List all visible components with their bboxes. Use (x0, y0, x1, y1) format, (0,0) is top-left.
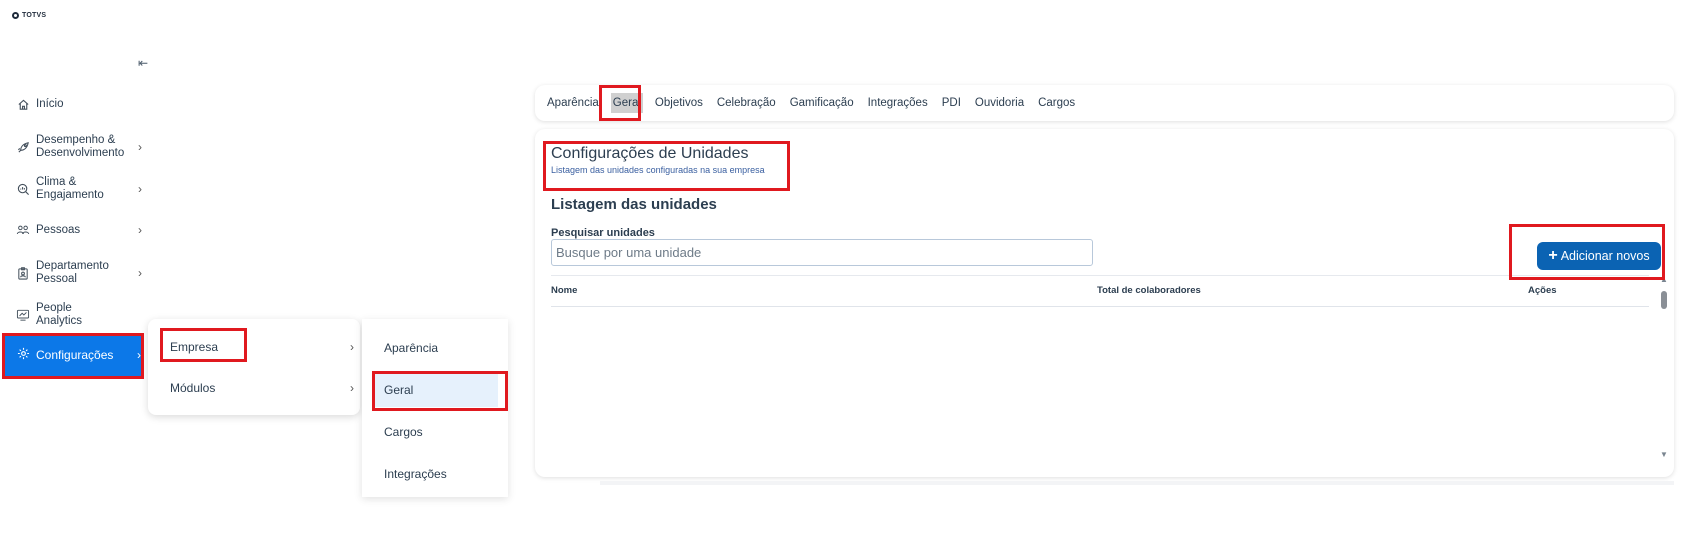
sidebar-item-inicio[interactable]: Início (16, 97, 140, 111)
tab-aparencia[interactable]: Aparência (545, 93, 601, 113)
sidebar-item-label: Configurações (36, 348, 114, 362)
scroll-down-arrow-icon[interactable]: ▼ (1660, 450, 1668, 459)
sidebar-item-configuracoes[interactable]: Configurações › (3, 334, 141, 376)
tab-gamificacao[interactable]: Gamificação (788, 93, 856, 113)
settings-tab-bar: Aparência Geral Objetivos Celebração Gam… (535, 85, 1674, 121)
sidebar-item-label: Departamento Pessoal (36, 260, 109, 285)
tab-integracoes[interactable]: Integrações (866, 93, 930, 113)
table-header-divider (551, 306, 1649, 307)
unidades-card: Configurações de Unidades Listagem das u… (535, 129, 1674, 477)
submenu-empresa-options: Aparência Geral Cargos Integrações (362, 319, 508, 497)
sidebar-item-people-analytics[interactable]: People Analytics (16, 302, 140, 328)
scroll-up-arrow-icon[interactable]: ▲ (1660, 275, 1668, 284)
submenu-item-label: Módulos (170, 381, 216, 395)
chevron-right-icon: › (138, 266, 142, 280)
sidebar-item-label: Clima & Engajamento (36, 176, 104, 201)
search-input[interactable] (551, 239, 1093, 266)
submenu2-item-integracoes[interactable]: Integrações (384, 467, 447, 481)
sidebar-item-desempenho[interactable]: Desempenho & Desenvolvimento › (16, 134, 142, 160)
tab-ouvidoria[interactable]: Ouvidoria (973, 93, 1026, 113)
people-icon (16, 223, 30, 237)
chevron-right-icon: › (138, 223, 142, 237)
submenu2-item-aparencia[interactable]: Aparência (384, 341, 438, 355)
sidebar-item-clima[interactable]: Clima & Engajamento › (16, 176, 142, 202)
submenu-item-label: Empresa (170, 340, 219, 354)
chevron-right-icon: › (350, 340, 354, 354)
horizontal-scrollbar-track (600, 481, 1674, 485)
submenu2-item-cargos[interactable]: Cargos (384, 425, 423, 439)
logo-text: TOTVS (22, 12, 47, 19)
submenu-item-label: Integrações (384, 467, 447, 481)
chevron-right-icon: › (350, 381, 354, 395)
logo-mark-icon (12, 12, 19, 19)
submenu-empresa-modulos: Empresa › Módulos › (148, 319, 360, 415)
sidebar-item-departamento-pessoal[interactable]: Departamento Pessoal › (16, 260, 142, 286)
submenu-item-label: Aparência (384, 341, 439, 355)
chevron-right-icon: › (138, 182, 142, 196)
submenu-item-label: Geral (384, 383, 414, 397)
gear-icon (17, 347, 30, 363)
divider (551, 275, 1649, 276)
submenu-item-empresa[interactable]: Empresa (170, 340, 218, 354)
submenu-item-label: Cargos (384, 425, 423, 439)
section-title: Listagem das unidades (551, 196, 717, 213)
column-header-nome: Nome (551, 285, 578, 296)
plus-icon: + (1548, 247, 1558, 264)
id-badge-icon (16, 266, 30, 280)
analytics-icon (16, 308, 30, 322)
sidebar-item-label: People Analytics (36, 302, 83, 327)
sidebar-item-label: Início (36, 97, 64, 110)
rocket-icon (16, 140, 30, 154)
add-new-button[interactable]: + Adicionar novos (1537, 242, 1661, 270)
totvs-logo: TOTVS (12, 12, 46, 19)
column-header-total-colaboradores: Total de colaboradores (1097, 285, 1201, 296)
page-title: Configurações de Unidades (551, 145, 749, 162)
column-header-acoes: Ações (1528, 285, 1557, 296)
tab-geral[interactable]: Geral (610, 93, 643, 113)
chevron-right-icon: › (138, 140, 142, 154)
submenu2-item-geral[interactable]: Geral (384, 383, 413, 397)
home-icon (16, 97, 30, 111)
tab-pdi[interactable]: PDI (940, 93, 963, 113)
sidebar-item-pessoas[interactable]: Pessoas › (16, 223, 142, 237)
tab-celebracao[interactable]: Celebração (715, 93, 778, 113)
add-new-button-label: Adicionar novos (1560, 249, 1650, 263)
tab-cargos[interactable]: Cargos (1036, 93, 1077, 113)
chevron-right-icon: › (137, 348, 141, 362)
scrollbar-thumb[interactable] (1661, 291, 1667, 309)
search-chart-icon (16, 182, 30, 196)
sidebar-item-label: Pessoas (36, 223, 81, 236)
sidebar-item-label: Desempenho & Desenvolvimento (36, 134, 125, 159)
search-label: Pesquisar unidades (551, 227, 655, 239)
submenu-item-modulos[interactable]: Módulos (170, 381, 215, 395)
page-subtitle: Listagem das unidades configuradas na su… (551, 165, 765, 175)
tab-objetivos[interactable]: Objetivos (653, 93, 705, 113)
collapse-left-icon[interactable]: ⇤ (138, 56, 148, 70)
